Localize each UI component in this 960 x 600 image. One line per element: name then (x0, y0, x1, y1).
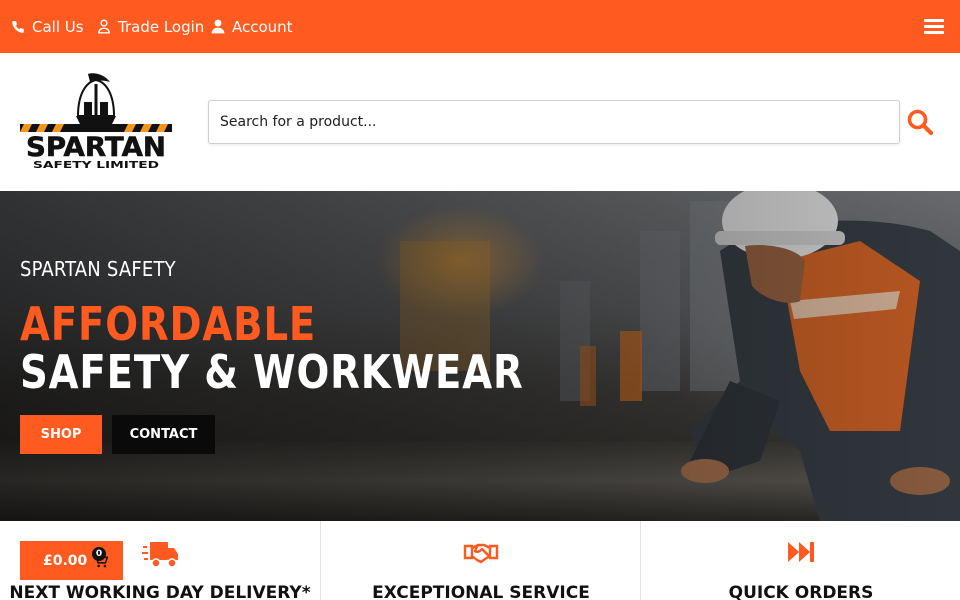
feature-quick-orders: QUICK ORDERS (640, 521, 960, 600)
user-icon (211, 19, 225, 34)
hero-kicker: SPARTAN SAFETY (20, 257, 176, 281)
cart-button[interactable]: £0.00 0 (20, 541, 123, 580)
hero-title-line2: SAFETY & WORKWEAR (20, 345, 524, 399)
feature-delivery-title: NEXT WORKING DAY DELIVERY* (9, 583, 311, 600)
feature-service: EXCEPTIONAL SERVICE (320, 521, 640, 600)
contact-button[interactable]: CONTACT (112, 415, 215, 454)
logo-subtext: SAFETY LIMITED (33, 160, 159, 171)
account-link[interactable]: Account (211, 0, 293, 53)
shop-button[interactable]: SHOP (20, 415, 102, 454)
trade-login-label: Trade Login (118, 17, 205, 36)
menu-icon[interactable] (924, 19, 944, 34)
fast-forward-icon (787, 542, 814, 562)
call-us-link[interactable]: Call Us (11, 0, 84, 53)
delivery-truck-icon (142, 542, 178, 568)
trade-login-link[interactable]: Trade Login (97, 0, 204, 53)
phone-icon (12, 20, 24, 33)
search-box (208, 100, 900, 144)
features-strip: NEXT WORKING DAY DELIVERY* EXCEPTIONAL S… (0, 521, 960, 600)
call-us-label: Call Us (32, 17, 84, 36)
hero-banner: SPARTAN SAFETY AFFORDABLE SAFETY & WORKW… (0, 191, 960, 521)
hero-title-line1: AFFORDABLE (20, 297, 317, 351)
cart-count-badge: 0 (92, 547, 106, 561)
site-header: SPARTAN SAFETY LIMITED (0, 53, 960, 191)
spartan-logo[interactable]: SPARTAN SAFETY LIMITED (20, 72, 172, 172)
handshake-icon (463, 543, 498, 564)
feature-service-title: EXCEPTIONAL SERVICE (372, 583, 590, 600)
search-icon[interactable] (906, 108, 934, 136)
cart-total: £0.00 (43, 552, 88, 569)
logo-text: SPARTAN (26, 132, 166, 163)
search-input[interactable] (209, 101, 899, 143)
user-outline-icon (98, 19, 110, 34)
account-label: Account (232, 17, 293, 36)
feature-quick-orders-title: QUICK ORDERS (728, 583, 874, 600)
top-bar: Call Us Trade Login Account (0, 0, 960, 53)
